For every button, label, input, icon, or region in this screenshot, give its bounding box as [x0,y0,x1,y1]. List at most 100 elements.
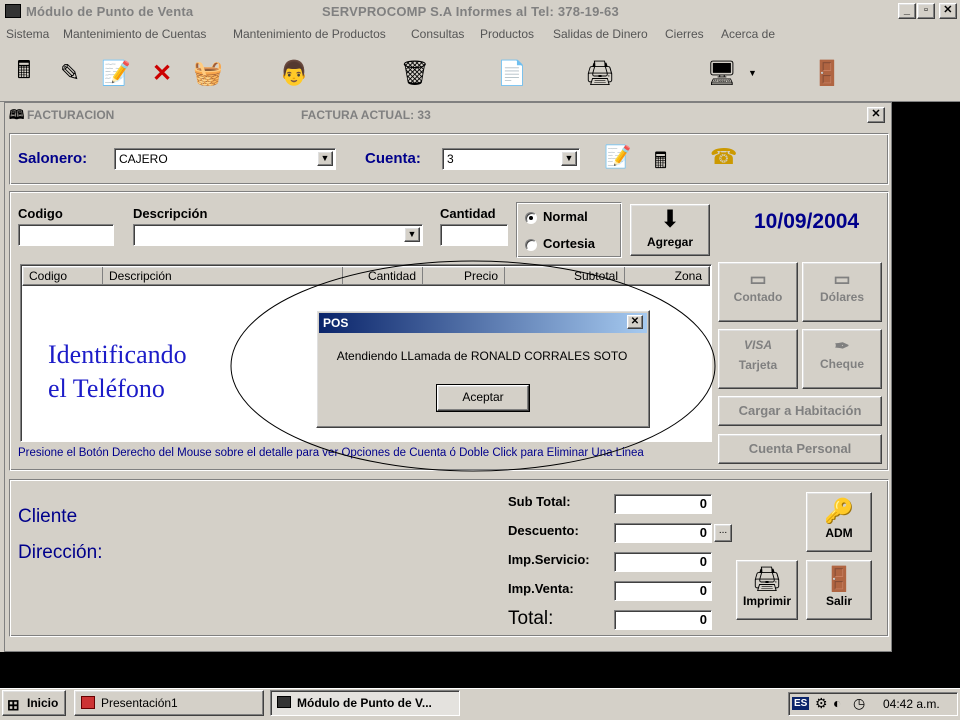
cash-register-icon[interactable]: 🖩 [2,52,46,94]
menu-acerca[interactable]: Acerca de [721,27,775,41]
salonero-select[interactable]: CAJERO ▼ [114,148,336,170]
printer-icon[interactable]: 🖨 [578,52,622,94]
chef-icon[interactable]: 👨 [272,52,316,94]
cantidad-input[interactable] [440,224,508,246]
child-title: FACTURACION [27,108,115,122]
display-icon[interactable]: 🖥 [700,52,744,94]
salonero-value: CAJERO [119,152,168,166]
chevron-down-icon[interactable]: ▼ [404,227,420,242]
cargar-habitacion-button[interactable]: Cargar a Habitación [718,396,882,426]
dialog-close-button[interactable]: ✕ [627,315,643,329]
task-presentacion[interactable]: Presentación1 [74,690,264,716]
contado-button[interactable]: ▭ Contado [718,262,798,322]
task1-label: Presentación1 [101,696,178,710]
radio-normal[interactable] [525,212,537,224]
start-button[interactable]: ⊞ Inicio [2,690,66,716]
start-label: Inicio [27,696,59,710]
descuento-more-button[interactable]: ... [714,524,732,542]
phone-icon[interactable]: ☎ [710,144,737,170]
menu-mant-cuentas[interactable]: Mantenimiento de Cuentas [63,27,206,41]
tipo-frame: Normal Cortesia [516,202,622,258]
language-indicator[interactable]: ES [792,697,810,710]
cuenta-personal-button[interactable]: Cuenta Personal [718,434,882,464]
chevron-down-icon[interactable]: ▼ [561,151,577,166]
agregar-label: Agregar [646,235,693,249]
radio-cortesia[interactable] [525,239,537,251]
book-icon: 🕮 [9,107,25,122]
salir-button[interactable]: 🚪 Salir [806,560,872,620]
keys-icon: 🔑 [824,498,854,525]
salonero-label: Salonero: [18,150,88,167]
chevron-down-icon[interactable]: ▼ [317,151,333,166]
windows-logo-icon: ⊞ [7,697,20,714]
descuento-field[interactable]: 0 [614,523,712,543]
clock-time: 04:42 a.m. [883,697,940,711]
cuenta-select[interactable]: 3 ▼ [442,148,580,170]
aceptar-button[interactable]: Aceptar [436,384,530,412]
imprimir-label: Imprimir [742,594,791,608]
cliente-label: Cliente [18,506,78,527]
printer-icon: 🖨 [751,566,783,593]
subtotal-field: 0 [614,494,712,514]
company-info: SERVPROCOMP S.A Informes al Tel: 378-19-… [322,4,619,19]
window-title: Módulo de Punto de Venta [26,4,194,19]
tarjeta-button[interactable]: VISA Tarjeta [718,329,798,389]
total-label: Total: [508,608,554,629]
delete-icon[interactable]: ✕ [140,52,184,94]
system-tray: ES ⚙ ◐ ◷ 04:42 a.m. [788,692,958,716]
menu-consultas[interactable]: Consultas [411,27,464,41]
exit-door-icon: 🚪 [824,566,854,593]
close-button[interactable]: ✕ [939,3,957,19]
app-icon [5,4,21,18]
register-icon[interactable]: 🖩 [654,144,667,182]
basket-icon[interactable]: 🧺 [186,52,230,94]
arrow-down-icon: ⬇ [659,206,681,233]
menu-salidas[interactable]: Salidas de Dinero [553,27,648,41]
dolares-button[interactable]: ▭ Dólares [802,262,882,322]
descripcion-select[interactable]: ▼ [133,224,423,246]
trash-icon[interactable]: 🗑 [393,52,437,94]
computer-icon [277,696,291,708]
col-codigo[interactable]: Codigo [23,267,103,285]
menu-mant-productos[interactable]: Mantenimiento de Productos [233,27,386,41]
radio-normal-label[interactable]: Normal [543,209,588,224]
tarjeta-label: Tarjeta [738,358,778,372]
clock-icon[interactable]: ◷ [853,695,865,712]
write-icon[interactable]: 📝 [94,52,138,94]
security-icon[interactable]: ◐ [833,695,841,711]
contado-label: Contado [733,290,783,304]
maximize-button[interactable]: ▫ [917,3,935,19]
task-modulo[interactable]: Módulo de Punto de V... [270,690,460,716]
child-close-button[interactable]: ✕ [867,107,885,123]
venta-value: 0 [699,583,707,598]
network-icon[interactable]: ⚙ [815,695,828,712]
imprimir-button[interactable]: 🖨 Imprimir [736,560,798,620]
descuento-label: Descuento: [508,523,579,538]
dialog-message: Atendiendo LLamada de RONALD CORRALES SO… [336,349,628,363]
card-icon: ▭ [833,269,851,289]
codigo-input[interactable] [18,224,114,246]
toolbar: 🖩 ✎ 📝 ✕ 🧺 👨 🗑 📄 🖨 🖥 ▼ 🚪 [0,46,960,102]
radio-cortesia-label[interactable]: Cortesia [543,236,595,251]
adm-label: ADM [825,526,853,540]
chevron-down-icon[interactable]: ▼ [748,68,757,78]
menu-productos[interactable]: Productos [480,27,534,41]
powerpoint-icon [81,696,95,709]
agregar-button[interactable]: ⬇ Agregar [630,204,710,256]
adm-button[interactable]: 🔑 ADM [806,492,872,552]
menu-sistema[interactable]: Sistema [6,27,49,41]
cheque-button[interactable]: ✒ Cheque [802,329,882,389]
notepad-icon[interactable]: 📝 [604,144,631,170]
edit-icon[interactable]: ✎ [48,52,92,94]
annotation-line-1: Identificando [48,340,187,369]
exit-door-icon[interactable]: 🚪 [805,52,849,94]
factura-actual: FACTURA ACTUAL: 33 [301,108,431,122]
menu-bar: Sistema Mantenimiento de Cuentas Manteni… [0,24,960,46]
salir-label: Salir [825,594,852,608]
card-icon: ▭ [749,269,767,289]
report-icon[interactable]: 📄 [490,52,534,94]
menu-cierres[interactable]: Cierres [665,27,704,41]
cuenta-label: Cuenta: [365,150,421,167]
descuento-value: 0 [699,525,707,540]
minimize-button[interactable]: _ [898,3,916,19]
